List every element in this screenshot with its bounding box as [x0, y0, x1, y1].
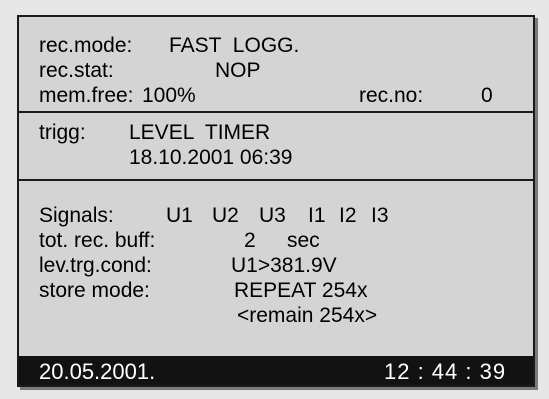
rec-no-label: rec.no: — [359, 84, 424, 107]
divider-bottom — [19, 179, 533, 181]
rec-no-value: 0 — [481, 84, 493, 107]
rec-buff-value: 2 — [244, 229, 256, 252]
rec-buff-label: tot. rec. buff: — [39, 229, 156, 252]
signal-i2: I2 — [339, 204, 357, 227]
rec-mode-label: rec.mode: — [39, 34, 133, 57]
status-date: 20.05.2001. — [39, 359, 156, 384]
trigger-label: trigg: — [39, 121, 86, 144]
divider-top — [19, 111, 533, 113]
signal-i3: I3 — [371, 204, 389, 227]
rec-stat-label: rec.stat: — [39, 59, 114, 82]
mem-free-label: mem.free: — [39, 84, 134, 107]
status-time: 12 : 44 : 39 — [384, 359, 507, 384]
rec-buff-unit: sec — [287, 229, 320, 252]
mem-free-value: 100% — [142, 84, 196, 107]
signal-u3: U3 — [259, 204, 286, 227]
lev-trg-cond-value: U1>381.9V — [231, 254, 337, 277]
rec-stat-value: NOP — [215, 59, 261, 82]
store-mode-label: store mode: — [39, 279, 150, 302]
trigger-datetime: 18.10.2001 06:39 — [129, 146, 293, 169]
store-mode-value: REPEAT 254x — [234, 279, 368, 302]
signal-i1: I1 — [308, 204, 326, 227]
lev-trg-cond-label: lev.trg.cond: — [39, 254, 152, 277]
signals-label: Signals: — [39, 204, 114, 227]
trigger-type: LEVEL TIMER — [129, 121, 271, 144]
remain-count: <remain 254x> — [237, 304, 378, 327]
recorder-display-panel: rec.mode: FAST LOGG. rec.stat: NOP mem.f… — [17, 15, 535, 387]
signal-u1: U1 — [166, 204, 193, 227]
signal-u2: U2 — [212, 204, 239, 227]
status-bar: 20.05.2001. 12 : 44 : 39 — [19, 356, 533, 385]
rec-mode-value: FAST LOGG. — [169, 34, 300, 57]
